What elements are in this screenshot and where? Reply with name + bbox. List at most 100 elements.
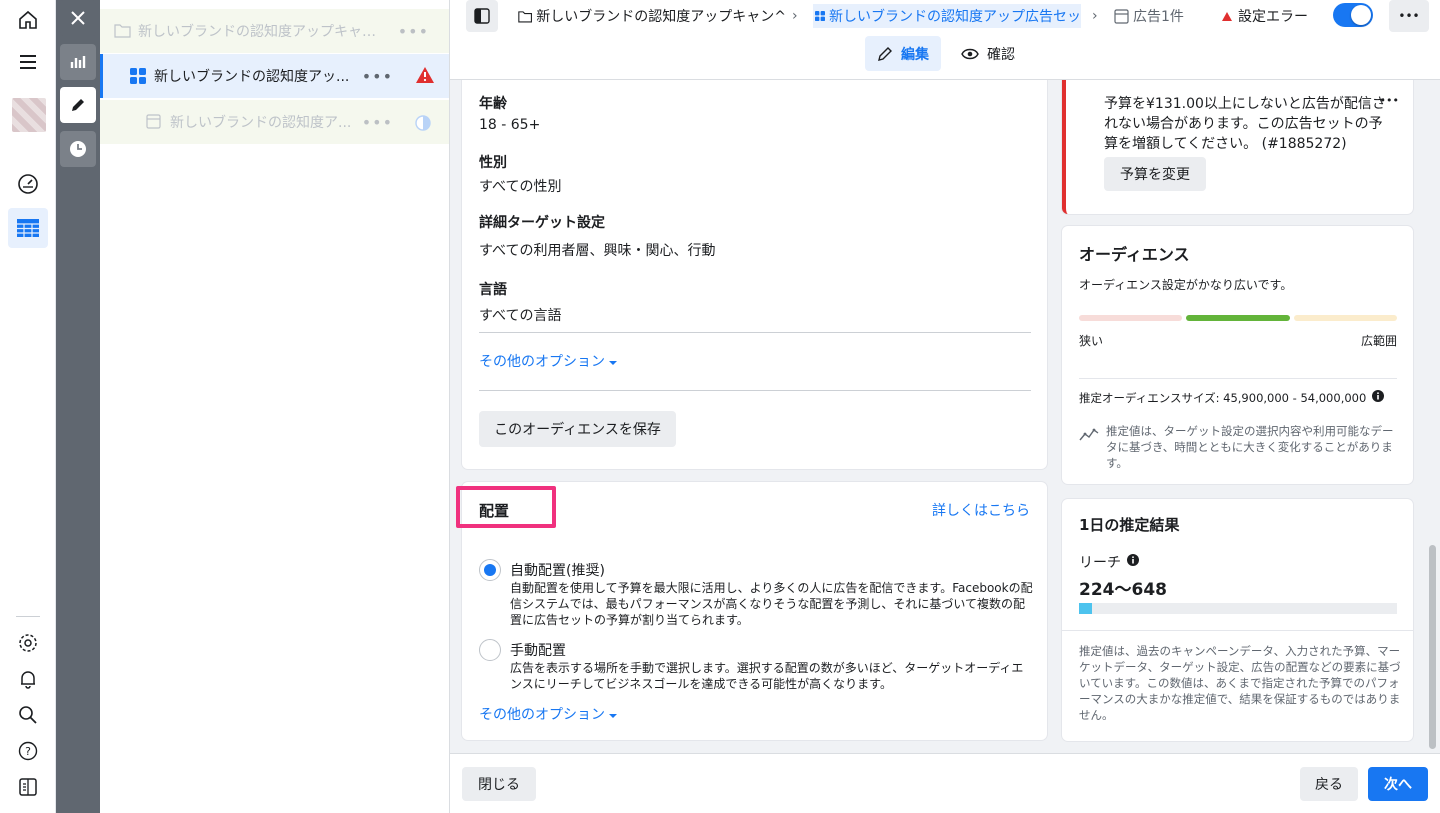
- more-icon[interactable]: •••: [1380, 94, 1399, 107]
- scrollbar[interactable]: [1429, 545, 1436, 749]
- auto-placement-description: 自動配置を使用して予算を最大限に活用し、より多くの人に広告を配信できます。Fac…: [510, 581, 1033, 627]
- meter-broad-segment: [1294, 315, 1397, 321]
- close-button[interactable]: 閉じる: [462, 767, 536, 801]
- breadcrumb-campaign[interactable]: 新しいブランドの認知度アップキャン^: [518, 4, 786, 28]
- bell-icon[interactable]: [8, 659, 48, 699]
- gear-icon[interactable]: [8, 623, 48, 663]
- global-nav: ?: [0, 0, 56, 813]
- manual-placement-radio[interactable]: [479, 639, 501, 661]
- manual-placement-label: 手動配置: [510, 643, 566, 659]
- svg-text:?: ?: [25, 745, 31, 758]
- next-button[interactable]: 次へ: [1368, 767, 1428, 801]
- breadcrumb-adset-label: 新しいブランドの認知度アップ広告セッ: [829, 9, 1081, 25]
- breadcrumb-adset[interactable]: 新しいブランドの認知度アップ広告セッ: [813, 4, 1081, 28]
- adset-toggle[interactable]: [1333, 3, 1373, 27]
- breadcrumb-campaign-label: 新しいブランドの認知度アップキャン^: [536, 9, 786, 25]
- age-value: 18 - 65+: [479, 117, 541, 133]
- audience-card: オーディエンス オーディエンス設定がかなり広いです。 狭い 広範囲 推定オーディ…: [1062, 226, 1413, 484]
- pencil-icon: [878, 46, 892, 61]
- adset-grid-icon: [130, 68, 146, 88]
- eye-icon: [961, 48, 979, 59]
- more-options-label: その他のオプション: [479, 707, 605, 723]
- auto-placement-radio[interactable]: [479, 559, 501, 581]
- more-icon[interactable]: •••: [362, 113, 393, 132]
- more-options-link[interactable]: その他のオプション: [479, 351, 617, 371]
- meter-broad-label: 広範囲: [1360, 334, 1397, 348]
- panel-toggle-icon[interactable]: [8, 767, 48, 807]
- ads-manager-table-icon[interactable]: [8, 208, 48, 248]
- close-icon[interactable]: [60, 0, 96, 36]
- detailed-targeting-heading: 詳細ターゲット設定: [479, 215, 605, 231]
- info-icon[interactable]: [1127, 554, 1139, 570]
- chevron-right-icon: ›: [1092, 8, 1098, 24]
- change-budget-button[interactable]: 予算を変更: [1104, 157, 1206, 191]
- tab-review[interactable]: 確認: [949, 36, 1027, 71]
- tree-ad-label: 新しいブランドの認知度ア...: [170, 115, 352, 131]
- results-estimate-note: 推定値は、過去のキャンペーンデータ、入力された予算、マーケットデータ、ターゲット…: [1079, 644, 1401, 722]
- clock-icon[interactable]: [60, 131, 96, 167]
- caret-down-icon: [609, 713, 617, 718]
- nav-divider: [16, 616, 40, 617]
- reach-bar-track: [1079, 603, 1397, 614]
- breadcrumb-ad[interactable]: 広告1件: [1114, 4, 1214, 28]
- search-icon[interactable]: [8, 695, 48, 735]
- avatar[interactable]: [12, 98, 46, 132]
- learn-more-link[interactable]: 詳しくはこちら: [932, 500, 1030, 520]
- manual-placement-description: 広告を表示する場所を手動で選択します。選択する配置の数が多いほど、ターゲットオー…: [510, 661, 1024, 691]
- tab-review-label: 確認: [987, 46, 1015, 63]
- half-circle-status-icon: [415, 115, 431, 135]
- daily-results-card: 1日の推定結果 リーチ 224〜648 推定値は、過去のキャンペーンデータ、入力…: [1062, 499, 1413, 741]
- save-audience-button[interactable]: このオーディエンスを保存: [479, 411, 676, 447]
- tab-edit[interactable]: 編集: [865, 36, 941, 71]
- language-heading: 言語: [479, 282, 507, 298]
- info-icon[interactable]: [1372, 390, 1385, 406]
- folder-icon: [114, 23, 131, 42]
- footer-bar: 閉じる 戻る 次へ: [450, 753, 1440, 813]
- error-status[interactable]: 設定エラー: [1222, 4, 1322, 28]
- main-content: 年齢 18 - 65+ 性別 すべての性別 詳細ターゲット設定 すべての利用者層…: [450, 80, 1440, 753]
- meter-narrow-segment: [1079, 315, 1182, 321]
- more-icon[interactable]: •••: [398, 22, 429, 41]
- back-button[interactable]: 戻る: [1300, 767, 1358, 801]
- detailed-targeting-value: すべての利用者層、興味・関心、行動: [479, 243, 716, 259]
- ad-icon: [1114, 8, 1129, 24]
- caret-down-icon: [609, 360, 617, 365]
- tree-campaign-label: 新しいブランドの認知度アップキャン...: [138, 24, 388, 40]
- daily-results-title: 1日の推定結果: [1079, 516, 1180, 534]
- divider: [1062, 630, 1413, 631]
- reach-bar-fill: [1079, 603, 1092, 614]
- bar-chart-icon[interactable]: [60, 44, 96, 80]
- tab-edit-label: 編集: [901, 46, 929, 63]
- chevron-right-icon: ›: [792, 8, 798, 24]
- tree-row-campaign[interactable]: 新しいブランドの認知度アップキャン... •••: [100, 9, 449, 53]
- divider: [479, 390, 1031, 391]
- reach-value: 224〜648: [1079, 580, 1167, 600]
- meter-middle-segment: [1186, 315, 1290, 321]
- audience-size: 推定オーディエンスサイズ: 45,900,000 - 54,000,000: [1079, 390, 1385, 406]
- menu-icon[interactable]: [8, 42, 48, 82]
- tree-panel: 新しいブランドの認知度アップキャン... ••• 新しいブランドの認知度アッ..…: [100, 0, 450, 813]
- dashboard-icon[interactable]: [8, 164, 48, 204]
- placement-highlight-annotation: [456, 486, 556, 528]
- more-button[interactable]: •••: [1389, 0, 1429, 32]
- trend-line-icon: [1079, 426, 1099, 446]
- tree-adset-label: 新しいブランドの認知度アッ...: [154, 69, 350, 85]
- pencil-icon[interactable]: [60, 87, 96, 123]
- error-card: 予算を¥131.00以上にしないと広告が配信されない場合があります。この広告セッ…: [1062, 80, 1413, 214]
- tree-row-ad[interactable]: 新しいブランドの認知度ア... •••: [100, 100, 449, 144]
- home-icon[interactable]: [8, 0, 48, 40]
- audience-size-label: 推定オーディエンスサイズ: 45,900,000 - 54,000,000: [1079, 391, 1367, 405]
- meter-narrow-label: 狭い: [1079, 334, 1104, 348]
- gender-value: すべての性別: [479, 179, 562, 195]
- top-bar: 新しいブランドの認知度アップキャン^ › 新しいブランドの認知度アップ広告セッ …: [450, 0, 1440, 80]
- tree-row-adset[interactable]: 新しいブランドの認知度アッ... •••: [100, 54, 449, 98]
- adset-grid-icon: [815, 11, 825, 21]
- audience-estimate-note: 推定値は、ターゲット設定の選択内容や利用可能なデータに基づき、時間とともに大きく…: [1106, 424, 1394, 470]
- folder-icon: [518, 10, 532, 22]
- breadcrumb-ad-label: 広告1件: [1133, 9, 1184, 25]
- more-icon[interactable]: •••: [362, 67, 393, 86]
- help-icon[interactable]: ?: [8, 731, 48, 771]
- placement-more-options-link[interactable]: その他のオプション: [479, 704, 617, 724]
- sidebar-toggle-icon[interactable]: [466, 0, 498, 32]
- error-message: 予算を¥131.00以上にしないと広告が配信されない場合があります。この広告セッ…: [1104, 96, 1386, 152]
